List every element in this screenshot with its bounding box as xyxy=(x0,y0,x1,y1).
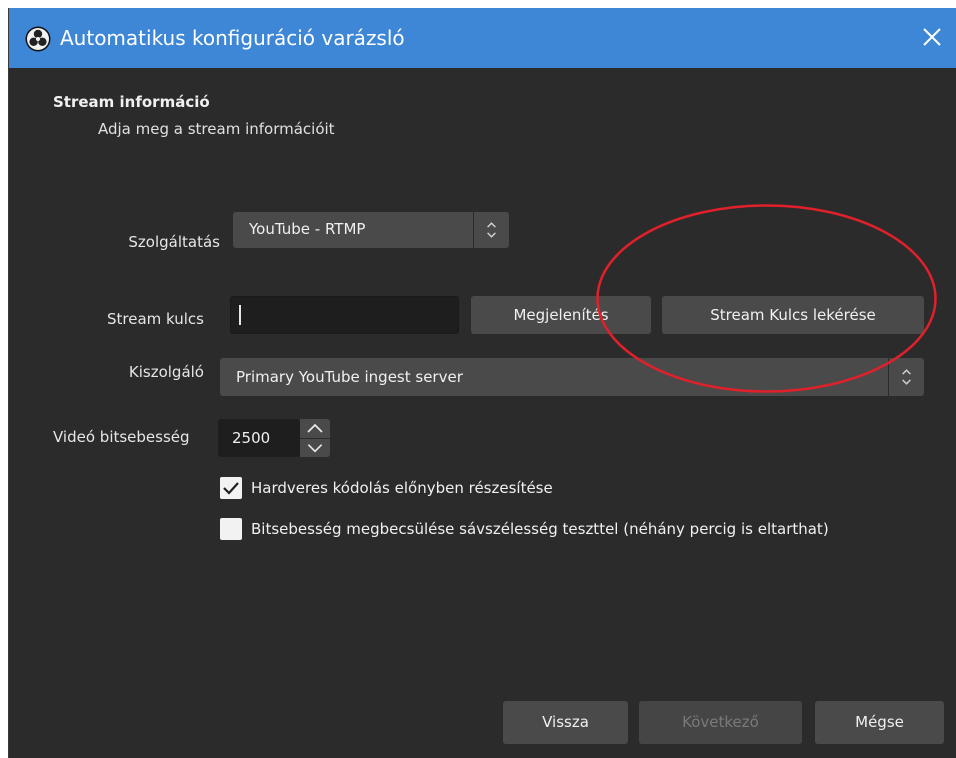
obs-logo-icon xyxy=(25,26,51,52)
window-title: Automatikus konfiguráció varázsló xyxy=(60,26,405,50)
server-value: Primary YouTube ingest server xyxy=(236,368,463,386)
server-label: Kiszolgáló xyxy=(128,363,204,381)
hw-encoding-label: Hardveres kódolás előnyben részesítése xyxy=(251,479,553,497)
title-bar: Automatikus konfiguráció varázsló xyxy=(9,8,956,68)
hw-encoding-checkbox[interactable] xyxy=(220,477,242,499)
chevron-up-icon[interactable] xyxy=(300,419,330,438)
bitrate-input[interactable]: 2500 xyxy=(218,419,300,457)
bitrate-label: Videó bitsebesség xyxy=(53,428,190,446)
get-stream-key-button[interactable]: Stream Kulcs lekérése xyxy=(662,296,924,334)
bandwidth-test-label: Bitsebesség megbecsülése sávszélesség te… xyxy=(251,520,829,538)
page-subtitle: Adja meg a stream információit xyxy=(98,120,335,138)
stream-key-input[interactable] xyxy=(230,296,459,334)
stream-key-label: Stream kulcs xyxy=(106,310,204,328)
service-select[interactable]: YouTube - RTMP xyxy=(233,212,509,248)
show-key-button[interactable]: Megjelenítés xyxy=(471,296,651,334)
updown-chevron-icon xyxy=(473,212,496,248)
bandwidth-test-checkbox[interactable] xyxy=(220,518,242,540)
service-label: Szolgáltatás xyxy=(128,233,220,251)
back-button[interactable]: Vissza xyxy=(503,701,628,744)
updown-chevron-icon xyxy=(888,358,911,396)
server-select[interactable]: Primary YouTube ingest server xyxy=(220,358,924,396)
bitrate-value: 2500 xyxy=(232,429,271,447)
page-title: Stream információ xyxy=(53,93,210,111)
next-button[interactable]: Következő xyxy=(639,701,802,744)
service-value: YouTube - RTMP xyxy=(249,220,366,238)
wizard-window: Automatikus konfiguráció varázsló Stream… xyxy=(8,8,956,758)
close-icon[interactable] xyxy=(919,24,945,50)
text-caret xyxy=(239,305,241,325)
chevron-down-icon[interactable] xyxy=(300,438,330,457)
cancel-button[interactable]: Mégse xyxy=(815,701,944,744)
